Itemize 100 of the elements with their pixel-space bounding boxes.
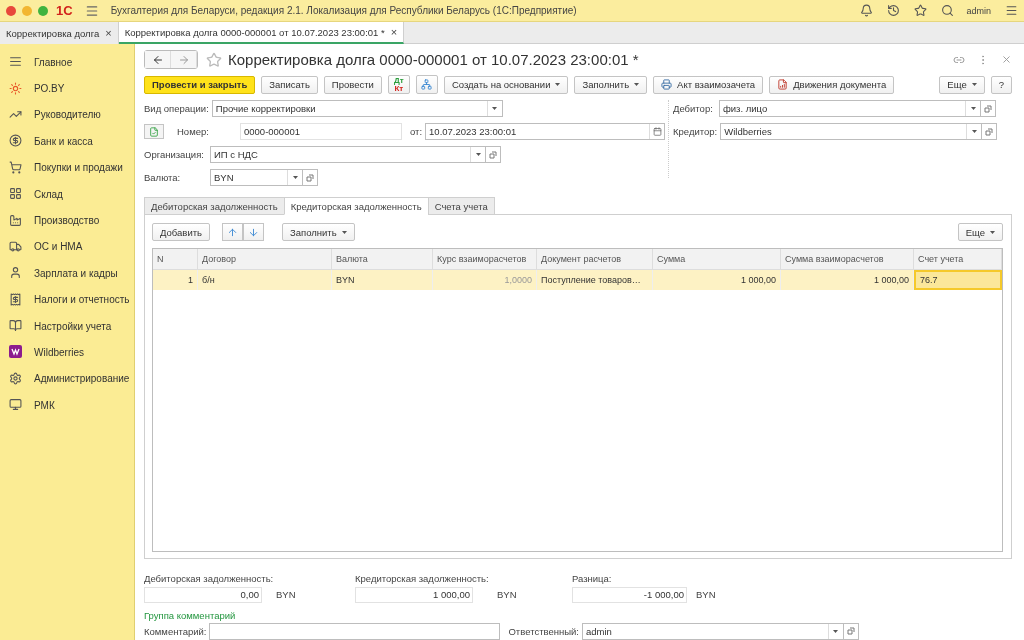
field-label: Ответственный: bbox=[508, 626, 580, 637]
table-row[interactable]: 1 б/н BYN 1,0000 Поступление товаров… 1 000,00 1 000,00 76.7 bbox=[153, 270, 1002, 291]
favorite-star-icon[interactable] bbox=[206, 51, 222, 68]
field-label: Дебитор: bbox=[673, 103, 714, 115]
sidebar-item[interactable]: Покупки и продажи bbox=[0, 154, 134, 181]
open-icon bbox=[847, 627, 855, 636]
truck-icon bbox=[9, 239, 22, 253]
person-icon bbox=[9, 266, 22, 280]
back-arrow-icon bbox=[151, 53, 164, 66]
operation-field[interactable]: Прочие корректировки bbox=[211, 100, 503, 118]
move-up-button[interactable] bbox=[222, 223, 243, 242]
tab-label: Корректировка долга bbox=[6, 27, 100, 39]
sidebar-item[interactable]: РО.BY bbox=[0, 75, 134, 102]
table-cell: 76.7 bbox=[914, 270, 1002, 291]
dropdown-button[interactable]: Заполнить bbox=[574, 75, 648, 94]
creditor-field[interactable]: Wildberries bbox=[720, 123, 983, 141]
maximize-dot[interactable] bbox=[38, 5, 48, 16]
sidebar-item[interactable]: Банк и касса bbox=[0, 128, 134, 155]
column-header[interactable]: Счет учета bbox=[914, 249, 1002, 270]
add-button[interactable]: Добавить bbox=[152, 223, 210, 242]
section-tab[interactable]: Счета учета bbox=[427, 197, 495, 216]
sidebar-item[interactable]: Производство bbox=[0, 207, 134, 234]
sidebar-item[interactable]: Главное bbox=[0, 49, 134, 76]
section-tab[interactable]: Кредиторская задолженность bbox=[283, 197, 429, 216]
star-icon[interactable] bbox=[914, 4, 928, 17]
bell-icon[interactable] bbox=[860, 4, 874, 17]
dropdown-caret-icon bbox=[475, 153, 481, 157]
document-icon bbox=[149, 126, 159, 137]
table-cell: б/н bbox=[198, 270, 332, 291]
dropdown-caret-icon bbox=[971, 130, 977, 134]
window-tab[interactable]: Корректировка долга × bbox=[0, 22, 119, 44]
user-name[interactable]: admin bbox=[966, 5, 991, 16]
close-icon[interactable]: × bbox=[105, 27, 112, 39]
sidebar-item[interactable]: Администрирование bbox=[0, 365, 134, 393]
column-header[interactable]: Документ расчетов bbox=[537, 249, 653, 270]
window-tab[interactable]: Корректировка долга 0000-000001 от 10.07.2023 23:00:01 * × bbox=[118, 22, 405, 44]
post-and-close-button[interactable]: Провести и закрыть bbox=[144, 75, 256, 94]
forward-button[interactable] bbox=[171, 51, 197, 69]
column-header[interactable]: Сумма bbox=[653, 249, 781, 270]
field-label: Организация: bbox=[144, 149, 205, 161]
comment-field[interactable] bbox=[209, 623, 501, 640]
sidebar-item[interactable]: Зарплата и кадры bbox=[0, 260, 134, 287]
responsible-field[interactable]: admin bbox=[582, 623, 844, 640]
history-icon[interactable] bbox=[887, 4, 901, 17]
column-header[interactable]: Валюта bbox=[332, 249, 433, 270]
sidebar-item[interactable]: РМК bbox=[0, 392, 134, 419]
table-cell: 1 bbox=[153, 270, 198, 291]
menu-icon[interactable] bbox=[1005, 4, 1018, 17]
toolbar-button[interactable]: Записать bbox=[261, 75, 318, 94]
sidebar-item[interactable]: Настройки учета bbox=[0, 312, 134, 340]
toolbar-button[interactable]: Провести bbox=[323, 75, 382, 94]
comment-group-link[interactable]: Группа комментарий bbox=[144, 610, 236, 621]
back-button[interactable] bbox=[145, 51, 171, 69]
open-icon bbox=[306, 173, 314, 182]
open-button[interactable] bbox=[486, 146, 501, 164]
report-button[interactable]: Движения документа bbox=[769, 75, 895, 94]
open-button[interactable] bbox=[982, 123, 998, 141]
open-button[interactable] bbox=[303, 169, 318, 187]
sidebar-item[interactable]: Налоги и отчетность bbox=[0, 286, 134, 313]
structure-button[interactable] bbox=[415, 75, 438, 95]
dropdown-button[interactable]: Еще bbox=[939, 75, 985, 94]
close-icon[interactable]: × bbox=[390, 26, 398, 38]
total-label: Кредиторская задолженность: bbox=[355, 573, 490, 584]
debtor-field[interactable]: физ. лицо bbox=[719, 100, 981, 118]
column-header[interactable]: Договор bbox=[198, 249, 332, 270]
column-header[interactable]: N bbox=[153, 249, 198, 270]
field-label: Номер: bbox=[177, 126, 210, 138]
more-button[interactable]: Еще bbox=[957, 223, 1003, 242]
field-label: Комментарий: bbox=[144, 626, 208, 637]
dropdown-button[interactable]: Создать на основании bbox=[443, 75, 569, 94]
section-tab[interactable]: Дебиторская задолженность bbox=[144, 197, 285, 216]
dropdown-caret-icon bbox=[990, 230, 995, 234]
cart-icon bbox=[9, 160, 22, 174]
sidebar-item[interactable]: Руководителю bbox=[0, 101, 134, 129]
dt-kt-button[interactable]: Дт Кт bbox=[387, 75, 410, 95]
date-field[interactable]: 10.07.2023 23:00:01 bbox=[425, 123, 666, 141]
organization-field[interactable]: ИП с НДС bbox=[210, 146, 486, 164]
print-button[interactable]: Акт взаимозачета bbox=[653, 75, 764, 94]
open-button[interactable] bbox=[844, 623, 859, 640]
edit-number-button[interactable] bbox=[144, 124, 164, 140]
toolbar-button[interactable]: ? bbox=[990, 75, 1012, 94]
dropdown-caret-icon bbox=[292, 176, 298, 180]
open-icon bbox=[984, 104, 992, 113]
column-header[interactable]: Курс взаиморасчетов bbox=[433, 249, 537, 270]
close-dot[interactable] bbox=[6, 5, 16, 16]
sidebar-item[interactable]: ОС и НМА bbox=[0, 233, 134, 261]
fill-button[interactable]: Заполнить bbox=[282, 223, 355, 242]
move-down-button[interactable] bbox=[243, 223, 264, 242]
minimize-dot[interactable] bbox=[22, 5, 32, 16]
search-icon[interactable] bbox=[941, 4, 955, 17]
number-field[interactable]: 0000-000001 bbox=[240, 123, 402, 141]
coin-icon bbox=[9, 134, 22, 148]
close-icon[interactable] bbox=[1001, 54, 1012, 66]
menu-icon[interactable] bbox=[84, 3, 99, 18]
column-header[interactable]: Сумма взаиморасчетов bbox=[781, 249, 914, 270]
sidebar-item[interactable]: Wildberries bbox=[0, 339, 134, 366]
currency-field[interactable]: BYN bbox=[210, 169, 303, 187]
open-button[interactable] bbox=[981, 100, 996, 118]
sidebar-item[interactable]: Склад bbox=[0, 180, 134, 208]
open-icon bbox=[985, 127, 994, 136]
